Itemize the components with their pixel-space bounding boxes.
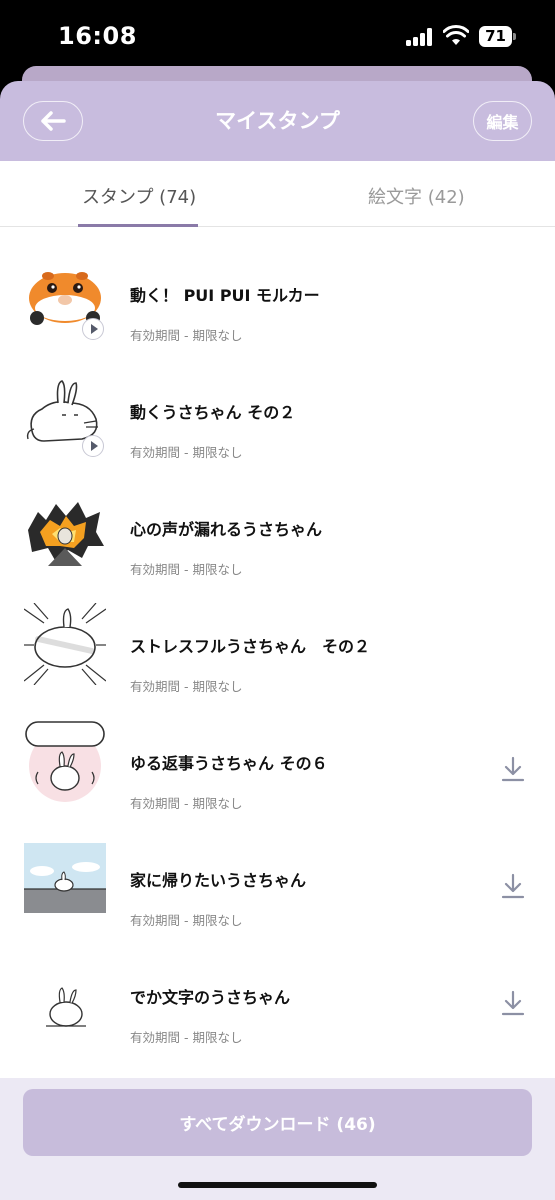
download-icon[interactable] <box>500 755 526 783</box>
stamp-title: 動く！ PUI PUI モルカー <box>130 286 320 305</box>
stamp-title: 心の声が漏れるうさちゃん <box>130 520 323 539</box>
stamp-title: 家に帰りたいうさちゃん <box>130 871 307 890</box>
battery-level: 71 <box>479 26 512 47</box>
stamp-thumbnail <box>25 721 105 802</box>
stamp-thumbnail <box>24 603 106 685</box>
battery-icon: 71 <box>479 26 516 47</box>
stamp-validity: 有効期間 - 期限なし <box>130 328 243 343</box>
back-button[interactable] <box>23 101 83 141</box>
download-icon[interactable] <box>500 989 526 1017</box>
status-time: 16:08 <box>58 22 137 50</box>
stamp-title: 動くうさちゃん その２ <box>130 403 296 422</box>
stamp-thumbnail <box>24 486 106 568</box>
download-icon[interactable] <box>500 872 526 900</box>
header: マイスタンプ 編集 <box>0 81 555 161</box>
list-item[interactable]: でか文字のうさちゃん 有効期間 - 期限なし <box>0 954 555 1071</box>
stamp-validity: 有効期間 - 期限なし <box>130 445 243 460</box>
stamp-thumbnail <box>24 843 106 913</box>
list-item[interactable]: 家に帰りたいうさちゃん 有効期間 - 期限なし <box>0 837 555 954</box>
edit-button[interactable]: 編集 <box>473 101 532 141</box>
stamp-thumbnail <box>24 954 106 1036</box>
tab-stamps[interactable]: スタンプ (74) <box>82 183 196 209</box>
download-all-button[interactable]: すべてダウンロード (46) <box>23 1089 532 1156</box>
stamp-validity: 有効期間 - 期限なし <box>130 679 243 694</box>
list-item[interactable]: 心の声が漏れるうさちゃん 有効期間 - 期限なし <box>0 486 555 603</box>
screen: 16:08 71 マイスタンプ 編集 スタンプ (74) 絵文字 (42) 動く… <box>0 0 555 1200</box>
play-icon[interactable] <box>82 435 104 457</box>
page-title: マイスタンプ <box>215 109 340 133</box>
active-tab-indicator <box>78 224 198 227</box>
stamp-title: ゆる返事うさちゃん その６ <box>130 754 328 773</box>
stamp-validity: 有効期間 - 期限なし <box>130 796 243 811</box>
stamp-title: でか文字のうさちゃん <box>130 988 291 1007</box>
stamp-validity: 有効期間 - 期限なし <box>130 562 243 577</box>
home-indicator <box>178 1182 377 1188</box>
stamp-validity: 有効期間 - 期限なし <box>130 1030 243 1045</box>
wifi-icon <box>443 25 469 45</box>
stamp-validity: 有効期間 - 期限なし <box>130 913 243 928</box>
tab-bar: スタンプ (74) 絵文字 (42) <box>0 161 555 227</box>
list-item[interactable]: 動く！ PUI PUI モルカー 有効期間 - 期限なし <box>0 252 555 369</box>
cellular-signal-icon <box>406 28 434 46</box>
tab-emoji[interactable]: 絵文字 (42) <box>368 183 465 209</box>
main-content: スタンプ (74) 絵文字 (42) 動く！ PUI PUI モルカー 有効期間… <box>0 161 555 1200</box>
play-icon[interactable] <box>82 318 104 340</box>
list-item[interactable]: ストレスフルうさちゃん その２ 有効期間 - 期限なし <box>0 603 555 720</box>
list-item[interactable]: 動くうさちゃん その２ 有効期間 - 期限なし <box>0 369 555 486</box>
list-item[interactable]: ゆる返事うさちゃん その６ 有効期間 - 期限なし <box>0 720 555 837</box>
bottom-bar: すべてダウンロード (46) <box>0 1078 555 1200</box>
status-bar: 16:08 71 <box>0 0 555 74</box>
arrow-left-icon <box>41 111 66 131</box>
stamp-title: ストレスフルうさちゃん その２ <box>130 637 371 656</box>
